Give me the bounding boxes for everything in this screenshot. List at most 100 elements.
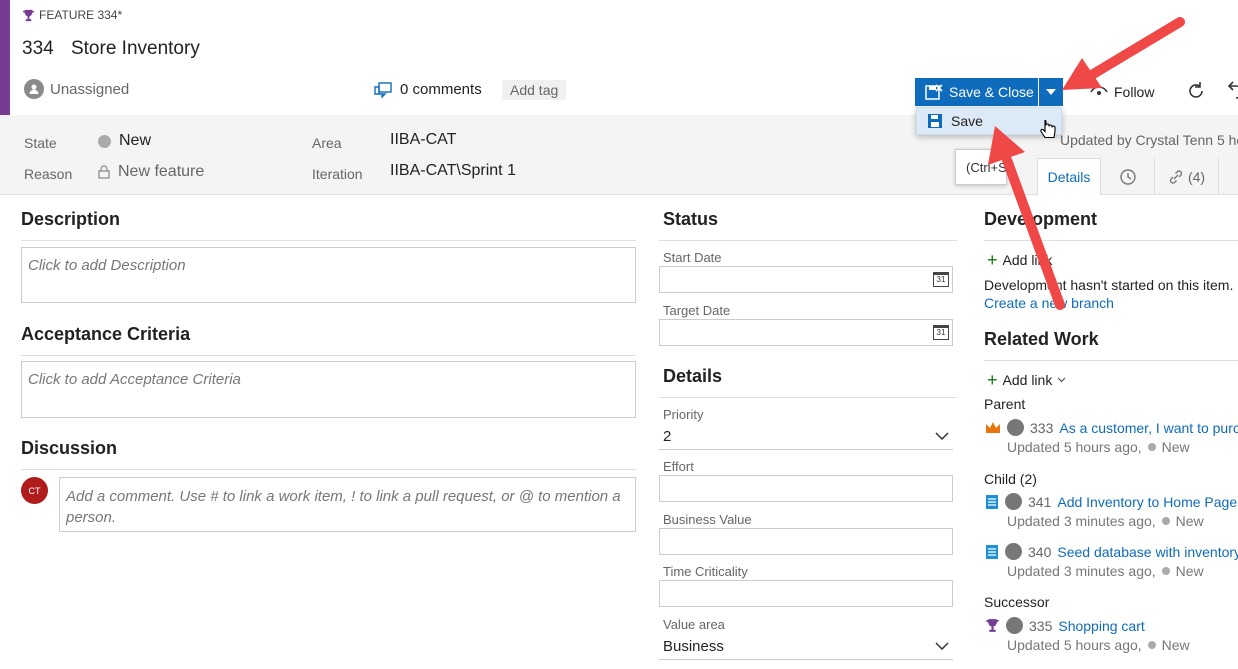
related-item-title[interactable]: Shopping cart (1058, 618, 1144, 634)
description-divider (21, 240, 636, 241)
user-avatar: CT (21, 477, 48, 504)
related-item-state: New (1161, 637, 1190, 653)
description-editor[interactable]: Click to add Description (21, 247, 636, 303)
work-item-title-text[interactable]: Store Inventory (71, 38, 200, 59)
comments-link[interactable]: 0 comments (374, 81, 482, 98)
assignee-picker[interactable]: Unassigned (24, 79, 129, 99)
related-item-id: 341 (1028, 493, 1052, 510)
create-branch-link[interactable]: Create a new branch (984, 295, 1114, 311)
related-item-state: New (1175, 563, 1204, 579)
discussion-heading: Discussion (21, 438, 118, 458)
time-criticality-label: Time Criticality (663, 564, 748, 579)
red-arrow-to-dropdown (1062, 17, 1185, 90)
tab-history[interactable] (1101, 158, 1155, 195)
related-item-updated: Updated 5 hours ago, (1007, 439, 1142, 455)
assignee-avatar-icon (1006, 617, 1023, 634)
follow-button[interactable]: Follow (1090, 84, 1154, 100)
acceptance-criteria-heading: Acceptance Criteria (21, 324, 191, 344)
eye-icon (1090, 86, 1108, 95)
assignee-avatar-icon (1005, 543, 1022, 560)
value-area-label: Value area (663, 617, 725, 632)
assignee-label: Unassigned (50, 80, 130, 98)
save-and-close-label: Save & Close (949, 84, 1034, 100)
plus-icon: + (987, 370, 998, 390)
related-item-id: 333 (1030, 419, 1054, 436)
related-item-child[interactable]: 340 Seed database with inventory (985, 543, 1238, 560)
state-label: State (24, 135, 57, 151)
development-heading: Development (984, 209, 1098, 229)
tab-details[interactable]: Details (1037, 158, 1101, 195)
related-item-updated: Updated 3 minutes ago, (1007, 513, 1156, 529)
related-item-id: 335 (1029, 617, 1053, 634)
state-dot-icon (1147, 641, 1156, 649)
priority-label: Priority (663, 407, 704, 422)
hand-cursor-icon (1040, 120, 1056, 139)
save-shortcut-tooltip: (Ctrl+S) (955, 149, 1011, 185)
area-label: Area (312, 135, 342, 151)
comment-input[interactable]: Add a comment. Use # to link a work item… (59, 477, 636, 532)
status-heading: Status (663, 209, 719, 229)
child-label: Child (2) (984, 471, 1037, 487)
work-item-type: FEATURE 334* (22, 8, 122, 22)
lock-icon (98, 165, 110, 179)
related-divider (984, 360, 1238, 361)
business-value-label: Business Value (663, 512, 752, 527)
acceptance-criteria-editor[interactable]: Click to add Acceptance Criteria (21, 361, 636, 418)
successor-meta: Updated 5 hours ago, New (1007, 637, 1190, 653)
refresh-icon[interactable] (1185, 80, 1207, 102)
related-item-title[interactable]: Seed database with inventory (1057, 544, 1238, 560)
undo-icon[interactable] (1222, 80, 1238, 102)
reason-value: New feature (118, 163, 205, 180)
follow-label: Follow (1114, 84, 1155, 100)
priority-select[interactable]: 2 (659, 423, 953, 450)
business-value-input[interactable] (659, 528, 953, 555)
unassigned-avatar-icon (24, 79, 44, 99)
value-area-value: Business (663, 637, 724, 655)
development-add-link[interactable]: + Add link (987, 251, 1053, 269)
development-message: Development hasn't started on this item. (984, 277, 1234, 293)
related-item-title[interactable]: Add Inventory to Home Page (1057, 494, 1237, 510)
calendar-icon[interactable]: 31 (933, 272, 949, 287)
updated-by-text[interactable]: Updated by Crystal Tenn 5 hou (1060, 132, 1238, 148)
work-item-color-bar (0, 0, 10, 115)
work-item-type-label: FEATURE 334* (39, 8, 123, 22)
state-picker[interactable]: New (98, 132, 151, 150)
start-date-input[interactable]: 31 (659, 266, 953, 293)
related-item-title[interactable]: As a customer, I want to purcha (1059, 420, 1238, 436)
work-item-tabs: Details (4) (1037, 158, 1219, 195)
start-date-label: Start Date (663, 250, 722, 265)
related-add-link[interactable]: + Add link (987, 370, 1066, 390)
work-item-id: 334 (22, 38, 54, 59)
priority-value: 2 (663, 427, 672, 445)
iteration-value[interactable]: IIBA-CAT\Sprint 1 (390, 162, 516, 180)
value-area-select[interactable]: Business (659, 633, 953, 660)
development-add-link-label: Add link (1002, 252, 1053, 268)
time-criticality-input[interactable] (659, 580, 953, 607)
reason-field: New feature (98, 163, 204, 181)
state-dot-icon (98, 134, 111, 148)
successor-label: Successor (984, 594, 1050, 610)
add-tag-button[interactable]: Add tag (502, 80, 567, 100)
assignee-avatar-icon (1005, 493, 1022, 510)
save-close-icon (925, 84, 943, 100)
related-item-child[interactable]: 341 Add Inventory to Home Page (985, 493, 1237, 510)
details-divider (659, 397, 957, 398)
calendar-icon[interactable]: 31 (933, 325, 949, 340)
related-item-parent[interactable]: 333 As a customer, I want to purcha (985, 419, 1238, 436)
work-item-title[interactable]: 334 Store Inventory (22, 38, 200, 60)
tab-links[interactable]: (4) (1155, 158, 1219, 195)
area-value[interactable]: IIBA-CAT (390, 131, 456, 149)
effort-input[interactable] (659, 475, 953, 502)
comments-count: 0 comments (400, 81, 482, 98)
child-meta: Updated 3 minutes ago, New (1007, 513, 1204, 529)
related-item-updated: Updated 3 minutes ago, (1007, 563, 1156, 579)
related-item-id: 340 (1028, 543, 1052, 560)
save-and-close-button[interactable]: Save & Close (915, 78, 1038, 106)
parent-label: Parent (984, 396, 1026, 412)
save-options-dropdown-button[interactable] (1039, 78, 1063, 106)
backlog-item-icon (986, 544, 998, 559)
related-item-successor[interactable]: 335 Shopping cart (985, 617, 1145, 634)
target-date-input[interactable]: 31 (659, 319, 953, 346)
link-icon (1169, 169, 1183, 184)
discussion-divider (21, 469, 636, 470)
